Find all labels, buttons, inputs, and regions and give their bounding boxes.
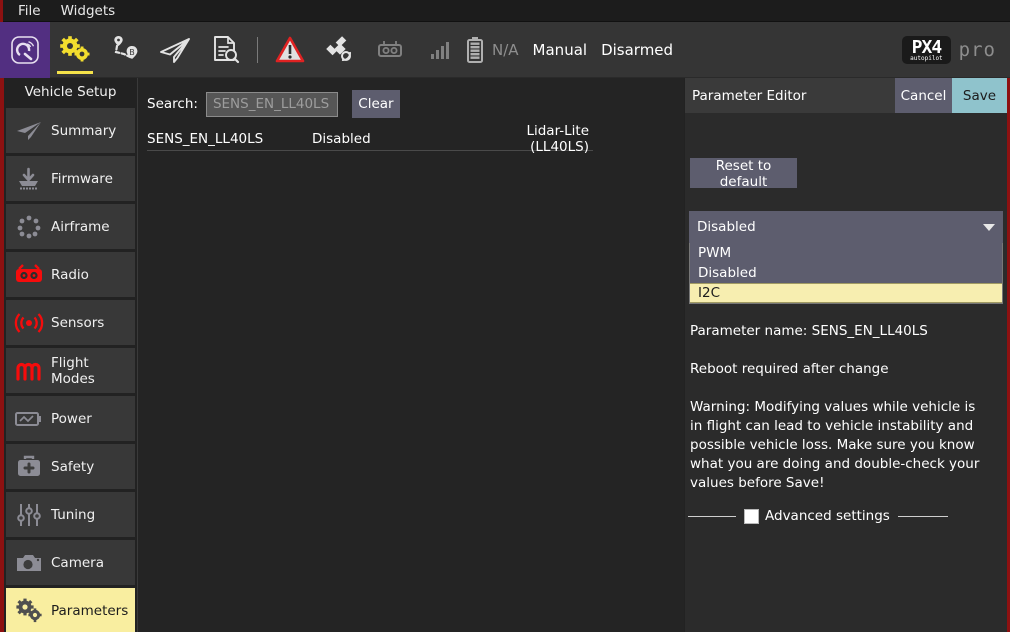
- analyze-document-icon[interactable]: [200, 22, 250, 78]
- advanced-settings-checkbox[interactable]: [744, 509, 759, 524]
- sidebar-item-label: Parameters: [51, 603, 128, 619]
- sidebar-item-radio[interactable]: Radio: [6, 252, 135, 297]
- parameter-name-text: Parameter name: SENS_EN_LL40LS: [690, 322, 997, 341]
- px4-autopilot-text: autopilot: [910, 56, 943, 62]
- chevron-down-icon: [983, 224, 995, 231]
- svg-text:B: B: [129, 48, 135, 57]
- px4-logo-text: PX4: [912, 39, 942, 57]
- sidebar-item-label: Camera: [51, 555, 104, 571]
- cancel-button[interactable]: Cancel: [895, 78, 952, 113]
- red-accent-strip-top: [0, 0, 3, 22]
- parameters-gears-icon: [14, 597, 44, 625]
- sidebar-item-tuning[interactable]: Tuning: [6, 492, 135, 537]
- search-input[interactable]: [206, 92, 338, 117]
- flight-modes-waveform-icon: [14, 357, 44, 385]
- radio-controller-icon: [14, 261, 44, 289]
- sidebar-item-safety[interactable]: Safety: [6, 444, 135, 489]
- tuning-sliders-icon: [14, 501, 44, 529]
- px4-pro-logo: PX4 autopilot pro: [902, 36, 996, 64]
- parameter-editor-header: Parameter Editor Cancel Save: [685, 78, 1007, 113]
- signal-bars-icon[interactable]: [415, 22, 465, 78]
- toolbar-divider: [257, 37, 258, 63]
- airframe-spinner-icon: [14, 213, 44, 241]
- sidebar-item-flight-modes[interactable]: Flight Modes: [6, 348, 135, 393]
- vehicle-setup-sidebar: Vehicle Setup Summary Firmware: [4, 78, 137, 632]
- divider-left: [688, 516, 736, 517]
- search-row: Search: Clear: [138, 78, 684, 118]
- satellite-gps-icon[interactable]: [315, 22, 365, 78]
- reboot-required-text: Reboot required after change: [690, 360, 997, 379]
- main-toolbar: B: [0, 22, 1010, 78]
- sidebar-item-label: Flight Modes: [51, 355, 135, 387]
- battery-icon: [465, 36, 485, 64]
- pro-text: pro: [959, 39, 996, 61]
- sidebar-item-firmware[interactable]: Firmware: [6, 156, 135, 201]
- menu-bar: File Widgets: [0, 0, 1010, 22]
- combobox-selected-value: Disabled: [697, 219, 983, 235]
- camera-icon: [14, 549, 44, 577]
- firmware-download-icon: [14, 165, 44, 193]
- menu-item-file[interactable]: File: [8, 0, 51, 22]
- sidebar-item-sensors[interactable]: Sensors: [6, 300, 135, 345]
- warning-triangle-icon[interactable]: [265, 22, 315, 78]
- sidebar-item-parameters[interactable]: Parameters: [6, 588, 135, 632]
- search-label: Search:: [147, 96, 198, 112]
- px4-badge: PX4 autopilot: [902, 36, 951, 64]
- clear-button[interactable]: Clear: [352, 90, 400, 118]
- divider-right: [898, 516, 948, 517]
- flight-mode-label[interactable]: Manual: [533, 41, 588, 59]
- sidebar-item-label: Safety: [51, 459, 94, 475]
- sidebar-item-label: Radio: [51, 267, 89, 283]
- sidebar-item-label: Summary: [51, 123, 116, 139]
- save-button[interactable]: Save: [952, 78, 1007, 113]
- parameters-main-panel: Search: Clear SENS_EN_LL40LS Disabled Li…: [138, 78, 684, 632]
- battery-status[interactable]: N/A: [465, 36, 526, 64]
- safety-kit-icon: [14, 453, 44, 481]
- menu-item-widgets[interactable]: Widgets: [51, 0, 126, 22]
- paper-plane-icon: [14, 117, 44, 145]
- sidebar-title: Vehicle Setup: [4, 78, 137, 108]
- parameter-list: SENS_EN_LL40LS Disabled Lidar-Lite (LL40…: [138, 127, 684, 151]
- sidebar-item-airframe[interactable]: Airframe: [6, 204, 135, 249]
- paper-plane-fly-icon[interactable]: [150, 22, 200, 78]
- sidebar-item-power[interactable]: Power: [6, 396, 135, 441]
- sidebar-item-camera[interactable]: Camera: [6, 540, 135, 585]
- power-battery-icon: [14, 405, 44, 433]
- parameter-value-cell: Disabled: [312, 131, 477, 147]
- combobox-field[interactable]: Disabled: [689, 211, 1003, 243]
- sidebar-item-label: Airframe: [51, 219, 110, 235]
- arm-state-label[interactable]: Disarmed: [601, 41, 673, 59]
- combobox-option-pwm[interactable]: PWM: [690, 243, 1002, 263]
- sidebar-item-label: Power: [51, 411, 92, 427]
- rc-controller-icon[interactable]: [365, 22, 415, 78]
- sidebar-item-label: Tuning: [51, 507, 95, 523]
- reset-to-default-button[interactable]: Reset to default: [690, 158, 797, 188]
- sidebar-item-summary[interactable]: Summary: [6, 108, 135, 153]
- advanced-settings-label: Advanced settings: [765, 508, 890, 524]
- combobox-option-disabled[interactable]: Disabled: [690, 263, 1002, 283]
- combobox-option-i2c[interactable]: I2C: [690, 283, 1002, 303]
- sensors-signal-icon: [14, 309, 44, 337]
- battery-value: N/A: [492, 41, 519, 59]
- parameter-editor-panel: Parameter Editor Cancel Save Reset to de…: [685, 78, 1007, 632]
- value-combobox: Disabled PWM Disabled I2C: [689, 211, 1003, 304]
- table-row[interactable]: SENS_EN_LL40LS Disabled Lidar-Lite (LL40…: [147, 127, 593, 151]
- sidebar-item-label: Sensors: [51, 315, 104, 331]
- qgroundcontrol-logo-icon[interactable]: [0, 22, 50, 78]
- parameter-description-cell: Lidar-Lite (LL40LS): [477, 123, 593, 155]
- page-title: Parameter Editor: [685, 88, 895, 104]
- gears-setup-icon[interactable]: [50, 22, 100, 78]
- plan-waypoints-icon[interactable]: B: [100, 22, 150, 78]
- warning-text: Warning: Modifying values while vehicle …: [690, 398, 985, 493]
- parameter-name-cell: SENS_EN_LL40LS: [147, 131, 312, 147]
- advanced-settings-row: Advanced settings: [688, 508, 1007, 524]
- sidebar-item-label: Firmware: [51, 171, 113, 187]
- combobox-options-list: PWM Disabled I2C: [689, 243, 1003, 304]
